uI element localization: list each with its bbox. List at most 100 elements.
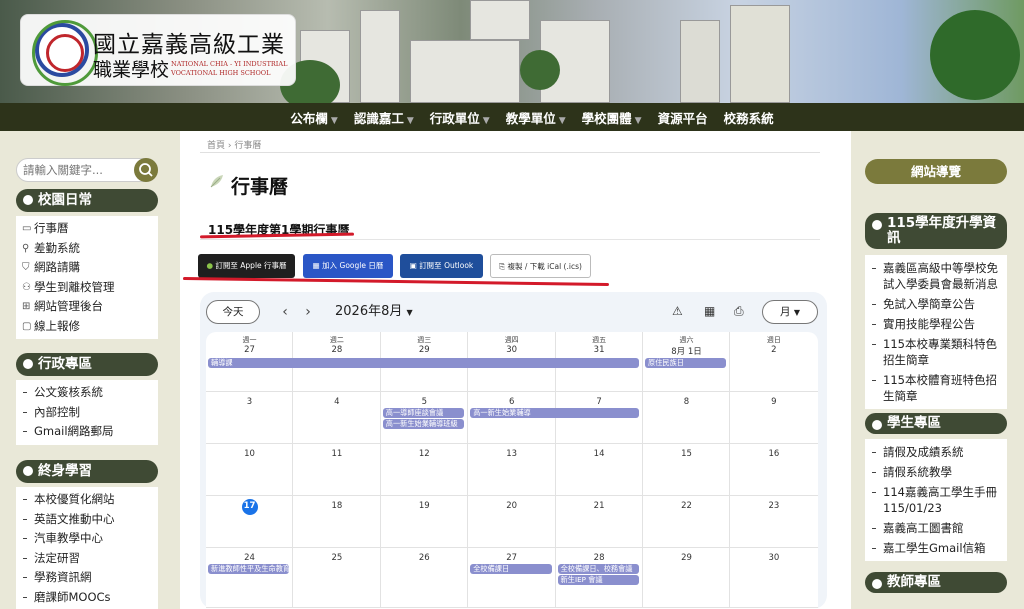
calendar-event[interactable]: 全校備課日、校務會議	[557, 564, 639, 574]
sidebar-item[interactable]: ▭ 行事曆	[16, 219, 158, 239]
calendar-icon[interactable]: ▦	[704, 304, 715, 318]
subscribe-outlook-button[interactable]: ▣ 訂閱至 Outlook	[400, 254, 483, 278]
day-cell[interactable]: 27	[468, 548, 556, 608]
day-cell[interactable]: 24	[206, 548, 294, 608]
ical-download-button[interactable]: ⎘ 複製 / 下載 iCal (.ics)	[490, 254, 591, 278]
site-map-button[interactable]: 網站導覽	[865, 159, 1007, 184]
school-logo[interactable]: 國立嘉義高級工業 職業學校 NATIONAL CHIA - YI INDUSTR…	[20, 14, 296, 86]
day-cell[interactable]: 6	[468, 392, 556, 444]
calendar-event[interactable]: 新生IEP 會議	[557, 575, 639, 585]
day-cell[interactable]: 29	[643, 548, 731, 608]
calendar-event[interactable]: 輔導課	[208, 358, 639, 368]
sidebar-item[interactable]: 實用技能學程公告	[865, 314, 1007, 334]
nav-item-3[interactable]: 教學單位 ▼	[500, 108, 572, 127]
day-number: 17	[243, 501, 256, 511]
sidebar-item[interactable]: 英語文推動中心	[16, 510, 158, 530]
nav-item-6[interactable]: 校務系統	[718, 108, 780, 127]
day-number: 26	[418, 553, 430, 563]
cart-icon: ⛉	[22, 262, 30, 273]
sidebar-item[interactable]: 嘉義區高級中等學校免試入學委員會最新消息	[865, 258, 1007, 294]
next-month-button[interactable]: ›	[298, 300, 318, 324]
school-name-en-line2: VOCATIONAL HIGH SCHOOL	[171, 69, 271, 77]
nav-item-5[interactable]: 資源平台	[652, 108, 714, 127]
day-cell[interactable]: 20	[468, 496, 556, 548]
sidebar-item[interactable]: Gmail網路郵局	[16, 422, 158, 442]
day-cell[interactable]: 5	[380, 392, 469, 444]
calendar-event[interactable]: 全校備課日	[470, 564, 552, 574]
sidebar-item[interactable]: 114嘉義高工學生手冊 115/01/23	[865, 482, 1007, 518]
day-cell[interactable]: 16	[730, 444, 818, 496]
day-cell[interactable]: 13	[468, 444, 556, 496]
sidebar-item[interactable]: ⚲ 差勤系統	[16, 239, 158, 259]
sidebar-item[interactable]: 磨課師MOOCs	[16, 588, 158, 608]
day-cell[interactable]: 3	[206, 392, 294, 444]
ical-download-label: 複製 / 下載 iCal (.ics)	[507, 262, 582, 271]
day-cell[interactable]: 7	[555, 392, 643, 444]
calendar-event[interactable]: 高一導師座談會議	[382, 408, 465, 418]
day-cell[interactable]: 9	[730, 392, 818, 444]
day-cell[interactable]: 4	[293, 392, 381, 444]
sidebar-item[interactable]: 請假系統教學	[865, 462, 1007, 482]
search-button[interactable]	[134, 158, 158, 182]
sidebar-item[interactable]: 法定研習	[16, 549, 158, 569]
feedback-icon[interactable]: ⚠	[672, 304, 683, 318]
day-cell[interactable]: 15	[643, 444, 731, 496]
day-cell[interactable]: 17	[206, 496, 294, 548]
day-cell[interactable]: 11	[293, 444, 381, 496]
day-cell[interactable]: 18	[293, 496, 381, 548]
nav-item-0[interactable]: 公布欄 ▼	[284, 108, 343, 127]
day-cell[interactable]: 22	[643, 496, 731, 548]
day-cell[interactable]: 25	[293, 548, 381, 608]
sidebar-item[interactable]: 115本校專業類科特色招生簡章	[865, 334, 1007, 370]
day-cell[interactable]: 8	[643, 392, 731, 444]
apple-icon: ●	[206, 261, 214, 270]
print-icon[interactable]: ⎙	[734, 304, 744, 319]
day-cell[interactable]: 19	[380, 496, 469, 548]
day-number: 23	[768, 501, 780, 511]
day-cell[interactable]: 30	[730, 548, 818, 608]
sidebar-item[interactable]: 內部控制	[16, 403, 158, 423]
subscribe-google-button[interactable]: ▦ 加入 Google 日曆	[303, 254, 393, 278]
day-cell[interactable]: 週日 2	[730, 332, 818, 392]
day-cell[interactable]: 10	[206, 444, 294, 496]
sidebar-item[interactable]: ⊞ 網站管理後台	[16, 297, 158, 317]
nav-item-1[interactable]: 認識嘉工 ▼	[348, 108, 420, 127]
nav-item-2[interactable]: 行政單位 ▼	[424, 108, 496, 127]
sidebar-item[interactable]: 嘉義高工圖書館	[865, 518, 1007, 538]
calendar-event[interactable]: 高一新生始業輔導班級	[382, 419, 465, 429]
day-cell[interactable]: 23	[730, 496, 818, 548]
today-button[interactable]: 今天	[206, 300, 260, 324]
sidebar-item[interactable]: 免試入學簡章公告	[865, 294, 1007, 314]
subscribe-apple-button[interactable]: ● 訂閱至 Apple 行事曆	[198, 254, 295, 278]
sidebar-item[interactable]: ⛉ 網路請購	[16, 258, 158, 278]
calendar-event[interactable]: 高一新生始業輔導	[470, 408, 639, 418]
sidebar-item[interactable]: 學務資訊網	[16, 568, 158, 588]
sidebar-item[interactable]: 汽車教學中心	[16, 529, 158, 549]
sidebar-item[interactable]: 本校優質化網站	[16, 490, 158, 510]
prev-month-button[interactable]: ‹	[275, 300, 295, 324]
calendar-event[interactable]: 原住民族日	[645, 358, 727, 368]
sidebar-item[interactable]: 公文簽核系統	[16, 383, 158, 403]
sidebar-item-label: 網路請購	[34, 260, 80, 274]
sidebar-item[interactable]: ▢ 線上報修	[16, 317, 158, 337]
day-cell[interactable]: 12	[380, 444, 469, 496]
day-number: 27	[244, 345, 255, 355]
sidebar-item[interactable]: 請假及成績系統	[865, 442, 1007, 462]
day-cell[interactable]: 14	[555, 444, 643, 496]
month-selector[interactable]: 2026年8月 ▼	[335, 300, 413, 324]
sidebar-item[interactable]: ⚇ 學生到離校管理	[16, 278, 158, 298]
breadcrumb[interactable]: 首頁 › 行事曆	[207, 138, 261, 151]
nav-item-4[interactable]: 學校團體 ▼	[576, 108, 648, 127]
calendar-event[interactable]: 新進教師性平及生命教育	[208, 564, 290, 574]
search-input[interactable]	[17, 159, 137, 181]
banner-tree	[520, 50, 560, 90]
day-cell[interactable]: 26	[380, 548, 469, 608]
outlook-icon: ▣	[409, 261, 417, 270]
day-cell[interactable]: 21	[555, 496, 643, 548]
sidebar-list: 公文簽核系統 內部控制 Gmail網路郵局	[16, 380, 158, 445]
view-select[interactable]: 月 ▼	[762, 300, 818, 324]
sidebar-item[interactable]: 115本校體育班特色招生簡章	[865, 370, 1007, 406]
subscribe-outlook-label: 訂閱至 Outlook	[419, 261, 474, 270]
sidebar-item[interactable]: 嘉工學生Gmail信箱	[865, 538, 1007, 558]
location-icon: ⚲	[22, 242, 30, 254]
